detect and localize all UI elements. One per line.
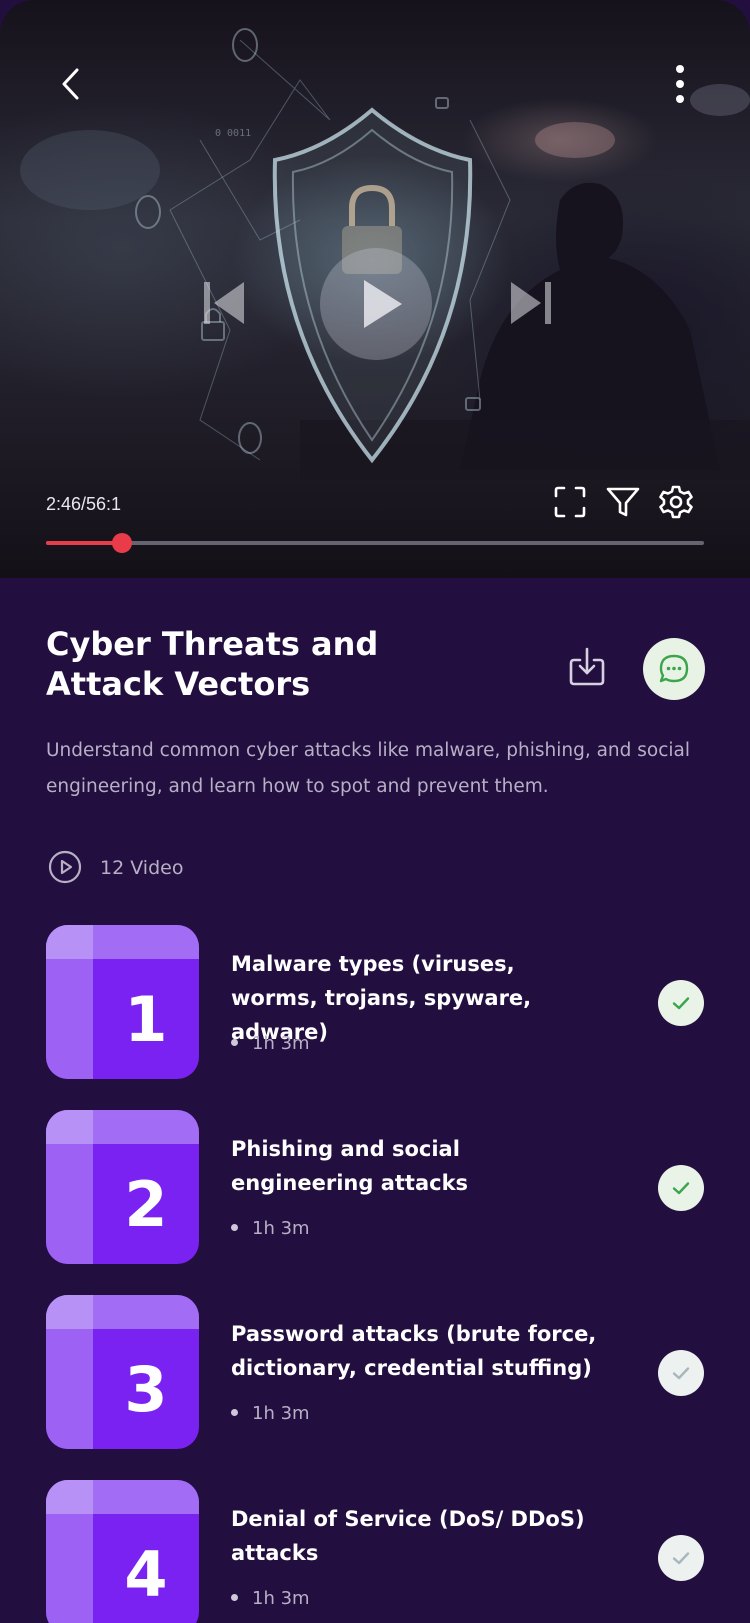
lesson-duration: 1h 3m: [231, 1588, 310, 1609]
lesson-thumbnail: 4: [46, 1480, 199, 1623]
skip-previous-icon: [204, 282, 244, 324]
chat-icon: [659, 654, 689, 683]
course-title: Cyber Threats and Attack Vectors: [46, 625, 379, 703]
lesson-number: 4: [124, 1537, 168, 1611]
svg-text:0 0011: 0 0011: [215, 128, 251, 139]
play-icon: [364, 280, 402, 328]
check-icon: [672, 1552, 690, 1565]
lesson-duration: 1h 3m: [231, 1218, 310, 1239]
lesson-title: Denial of Service (DoS/ DDoS) attacks: [231, 1507, 585, 1565]
lesson-number: 2: [124, 1167, 168, 1241]
back-button[interactable]: [56, 64, 86, 104]
settings-button[interactable]: [658, 484, 694, 520]
download-button[interactable]: [566, 646, 608, 688]
lesson-thumbnail: 1: [46, 925, 199, 1079]
lesson-duration: 1h 3m: [231, 1033, 310, 1054]
filter-icon: [606, 487, 640, 517]
chevron-left-icon: [62, 68, 79, 100]
lesson-item[interactable]: 2 Phishing and social engineering attack…: [0, 1110, 750, 1266]
gear-icon: [659, 485, 693, 519]
lesson-number: 3: [124, 1352, 168, 1426]
course-description: Understand common cyber attacks like mal…: [46, 740, 691, 797]
lesson-title: Phishing and social engineering attacks: [231, 1137, 469, 1195]
video-player[interactable]: 0 0011 2:46/56:1: [0, 0, 750, 578]
play-button[interactable]: [320, 248, 432, 360]
more-options-button[interactable]: [668, 62, 692, 106]
lesson-title: Password attacks (brute force, dictionar…: [231, 1322, 597, 1380]
lesson-item[interactable]: 1 Malware types (viruses, worms, trojans…: [0, 925, 750, 1081]
lesson-item[interactable]: 4 Denial of Service (DoS/ DDoS) attacks …: [0, 1480, 750, 1623]
more-vertical-icon: [676, 65, 684, 103]
progress-handle[interactable]: [111, 533, 132, 553]
lesson-duration-text: 1h 3m: [252, 1033, 310, 1054]
lesson-number: 1: [124, 982, 168, 1056]
lesson-status-badge: [658, 1350, 704, 1396]
progress-fill: [46, 541, 122, 545]
chat-button[interactable]: [643, 638, 705, 700]
lesson-duration-text: 1h 3m: [252, 1588, 310, 1609]
lesson-status-badge: [658, 1165, 704, 1211]
video-count: 12 Video: [100, 857, 184, 879]
lesson-duration: 1h 3m: [231, 1403, 310, 1424]
check-icon: [672, 1182, 690, 1195]
lesson-thumbnail: 2: [46, 1110, 199, 1264]
progress-bar[interactable]: [46, 533, 704, 553]
play-circle-icon: [48, 850, 82, 884]
fullscreen-button[interactable]: [552, 484, 588, 520]
lesson-duration-text: 1h 3m: [252, 1218, 310, 1239]
skip-next-icon: [511, 282, 551, 324]
playback-time: 2:46/56:1: [46, 494, 122, 514]
skip-next-button[interactable]: [505, 276, 555, 330]
lesson-item[interactable]: 3 Password attacks (brute force, diction…: [0, 1295, 750, 1451]
lesson-thumbnail: 3: [46, 1295, 199, 1449]
lesson-duration-text: 1h 3m: [252, 1403, 310, 1424]
fullscreen-icon: [554, 486, 586, 518]
check-icon: [672, 997, 690, 1010]
check-icon: [672, 1367, 690, 1380]
lesson-status-badge: [658, 980, 704, 1026]
filter-button[interactable]: [605, 484, 641, 520]
skip-previous-button[interactable]: [200, 276, 250, 330]
download-icon: [569, 647, 605, 686]
lesson-status-badge: [658, 1535, 704, 1581]
